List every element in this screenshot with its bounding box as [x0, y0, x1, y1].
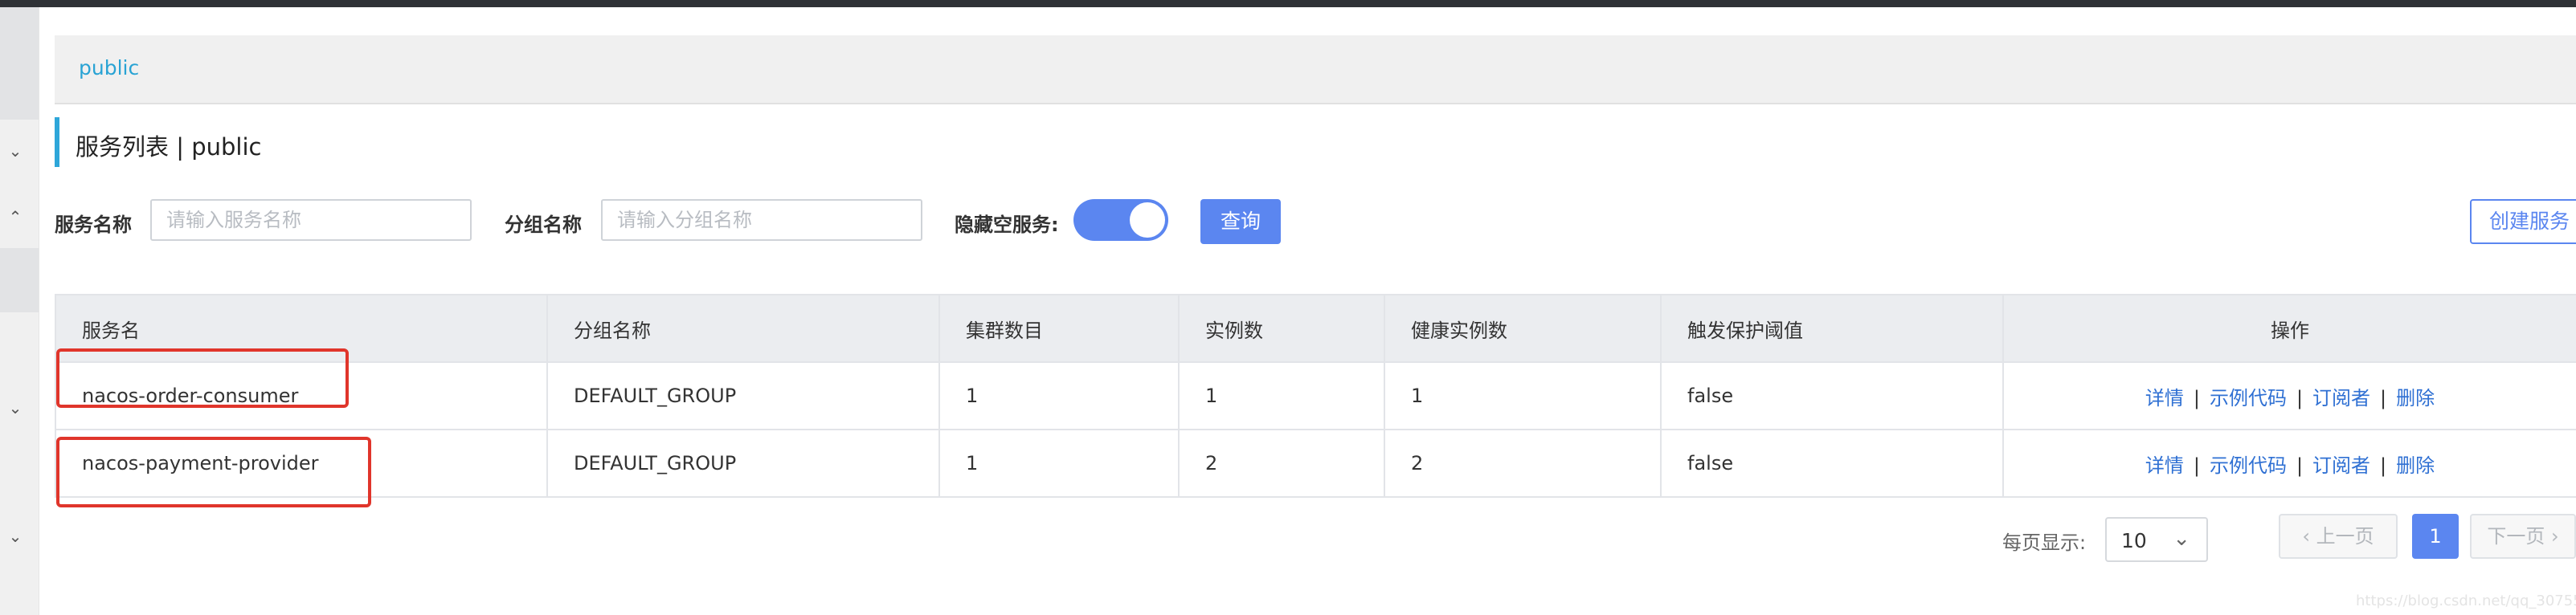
threshold-cell: false [1660, 361, 2004, 430]
separator: | [2380, 454, 2387, 477]
hide-empty-toggle[interactable] [1073, 199, 1168, 241]
detail-link[interactable]: 详情 [2145, 454, 2184, 477]
service-name-label: 服务名称 [55, 214, 132, 236]
service-name-input[interactable] [150, 199, 472, 241]
page-size-label: 每页显示: [2002, 532, 2087, 554]
threshold-cell: false [1660, 429, 2004, 498]
col-cluster-count: 集群数目 [938, 294, 1180, 363]
chevron-down-icon[interactable]: ⌄ [8, 143, 22, 159]
table-row: nacos-order-consumer DEFAULT_GROUP 1 1 1… [55, 361, 2576, 430]
separator: | [2296, 386, 2304, 409]
delete-link[interactable]: 删除 [2396, 454, 2435, 477]
sample-code-link[interactable]: 示例代码 [2210, 454, 2287, 477]
page-title-block: 服务列表 | public [55, 117, 261, 167]
table-row: nacos-payment-provider DEFAULT_GROUP 1 2… [55, 429, 2576, 498]
delete-link[interactable]: 删除 [2396, 387, 2435, 409]
cluster-cell: 1 [938, 361, 1180, 430]
chevron-up-icon[interactable]: ⌃ [8, 209, 22, 225]
subscribers-link[interactable]: 订阅者 [2312, 454, 2370, 477]
page-title: 服务列表 | public [76, 133, 262, 161]
subscribers-link[interactable]: 订阅者 [2312, 387, 2370, 409]
page-size-select[interactable]: 10 ⌄ [2105, 517, 2208, 562]
hide-empty-label: 隐藏空服务: [955, 214, 1059, 236]
instance-cell: 1 [1178, 361, 1385, 430]
namespace-bar: public [55, 35, 2576, 104]
separator: | [2380, 386, 2387, 409]
service-table: 服务名 分组名称 集群数目 实例数 健康实例数 触发保护阈值 操作 nacos-… [55, 294, 2576, 498]
highlight-box [56, 437, 371, 507]
actions-cell: 详情 | 示例代码 | 订阅者 | 删除 [2002, 361, 2576, 430]
group-cell: DEFAULT_GROUP [546, 429, 940, 498]
next-page-button[interactable]: 下一页 › [2470, 514, 2576, 559]
top-bar [0, 0, 2576, 7]
page-1-button[interactable]: 1 [2412, 514, 2459, 559]
separator: | [2296, 454, 2304, 477]
actions-cell: 详情 | 示例代码 | 订阅者 | 删除 [2002, 429, 2576, 498]
col-healthy-count: 健康实例数 [1384, 294, 1662, 363]
chevron-down-icon[interactable]: ⌄ [8, 528, 22, 544]
instance-cell: 2 [1178, 429, 1385, 498]
prev-page-label: 上一页 [2316, 525, 2374, 548]
detail-link[interactable]: 详情 [2145, 387, 2184, 409]
col-group-name: 分组名称 [546, 294, 940, 363]
healthy-cell: 2 [1384, 429, 1662, 498]
page-size-value: 10 [2121, 529, 2147, 552]
namespace-tab-public[interactable]: public [79, 56, 139, 79]
separator: | [2193, 386, 2200, 409]
cluster-cell: 1 [938, 429, 1180, 498]
prev-page-button[interactable]: ‹ 上一页 [2279, 514, 2398, 559]
separator: | [2193, 454, 2200, 477]
group-cell: DEFAULT_GROUP [546, 361, 940, 430]
healthy-cell: 1 [1384, 361, 1662, 430]
watermark: https://blog.csdn.net/qq_30755473 [2356, 593, 2576, 609]
col-protect-threshold: 触发保护阈值 [1660, 294, 2004, 363]
group-name-label: 分组名称 [505, 214, 582, 236]
query-button[interactable]: 查询 [1200, 199, 1281, 244]
col-actions: 操作 [2002, 294, 2576, 363]
table-header-row: 服务名 分组名称 集群数目 实例数 健康实例数 触发保护阈值 操作 [55, 294, 2576, 363]
sample-code-link[interactable]: 示例代码 [2210, 387, 2287, 409]
chevron-down-icon[interactable]: ⌄ [8, 400, 22, 416]
chevron-right-icon: › [2545, 525, 2559, 548]
highlight-box [56, 348, 349, 408]
nav-block-selected[interactable] [0, 248, 39, 312]
next-page-label: 下一页 [2487, 525, 2545, 548]
col-instance-count: 实例数 [1178, 294, 1385, 363]
group-name-input[interactable] [601, 199, 922, 241]
toggle-knob [1130, 202, 1165, 238]
left-nav: ⌄ ⌃ ⌄ ⌄ [0, 7, 39, 615]
chevron-left-icon: ‹ [2302, 525, 2316, 548]
chevron-down-icon: ⌄ [2173, 527, 2190, 551]
nav-block [0, 7, 39, 120]
create-service-button[interactable]: 创建服务 [2470, 199, 2576, 244]
